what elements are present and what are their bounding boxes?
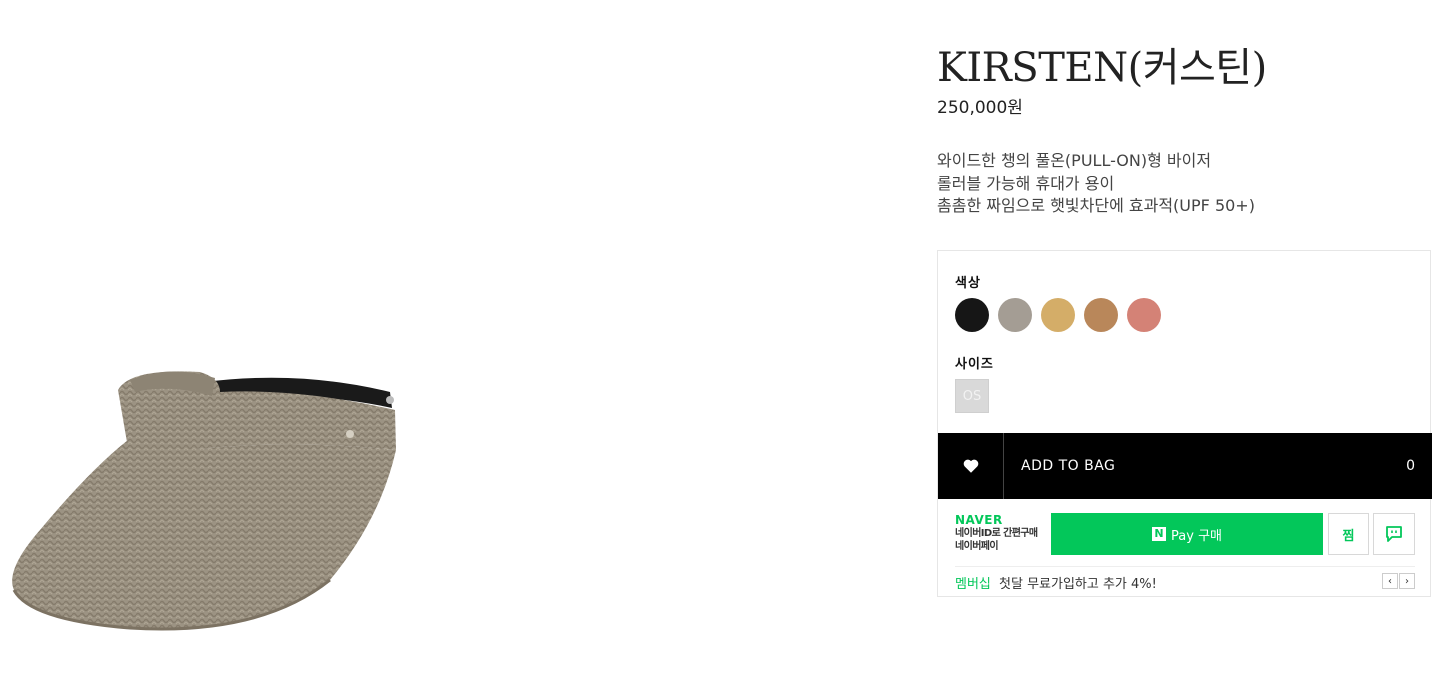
- color-swatch-black[interactable]: [955, 298, 989, 332]
- heart-icon: [963, 459, 978, 473]
- naver-n-icon: N: [1152, 527, 1167, 541]
- naver-talk-button[interactable]: [1373, 513, 1415, 555]
- color-swatch-natural[interactable]: [1041, 298, 1075, 332]
- product-title: KIRSTEN(커스틴): [937, 45, 1267, 91]
- color-swatch-rose[interactable]: [1127, 298, 1161, 332]
- product-price: 250,000원: [937, 98, 1023, 118]
- color-swatches: [955, 298, 1161, 332]
- description-line: 와이드한 챙의 풀온(PULL-ON)형 바이저: [937, 151, 1212, 170]
- naver-logo: NAVER: [955, 513, 1003, 527]
- naver-brand: NAVER 네이버ID로 간편구매 네이버페이: [955, 513, 1047, 553]
- prev-arrow-icon[interactable]: ‹: [1382, 573, 1398, 589]
- naver-jjim-button[interactable]: 찜: [1328, 513, 1369, 555]
- membership-arrows: ‹ ›: [1381, 573, 1415, 589]
- color-swatch-grey[interactable]: [998, 298, 1032, 332]
- add-to-bag-bar: ADD TO BAG 0: [938, 433, 1432, 499]
- size-label: 사이즈: [955, 357, 994, 372]
- description-line: 촘촘한 짜임으로 햇빛차단에 효과적(UPF 50+): [937, 196, 1255, 215]
- size-option-os[interactable]: OS: [955, 379, 989, 413]
- description-line: 롤러블 가능해 휴대가 용이: [937, 173, 1115, 193]
- wishlist-button[interactable]: [938, 433, 1004, 499]
- divider: [955, 566, 1415, 567]
- bag-count: 0: [1406, 458, 1415, 474]
- naver-sub-line: 네이버ID로 간편구매: [955, 528, 1038, 539]
- naver-pay-button[interactable]: N Pay 구매: [1051, 513, 1323, 555]
- add-to-bag-button[interactable]: ADD TO BAG: [1021, 458, 1406, 474]
- membership-banner: 멤버십 첫달 무료가입하고 추가 4%! ‹ ›: [955, 573, 1415, 592]
- membership-tag: 멤버십: [955, 577, 991, 592]
- naver-pay-row: NAVER 네이버ID로 간편구매 네이버페이 N Pay 구매 찜: [955, 513, 1415, 555]
- product-description: 와이드한 챙의 풀온(PULL-ON)형 바이저 롤러블 가능해 휴대가 용이 …: [937, 150, 1431, 218]
- naver-sub-line: 네이버페이: [955, 541, 999, 552]
- next-arrow-icon[interactable]: ›: [1399, 573, 1415, 589]
- purchase-panel: 색상 사이즈 OS ADD TO BAG 0 NAVER 네이버ID로 간편구매…: [937, 250, 1432, 597]
- color-label: 색상: [955, 276, 981, 291]
- product-image: [0, 330, 420, 650]
- color-swatch-camel[interactable]: [1084, 298, 1118, 332]
- product-info: KIRSTEN(커스틴) 250,000원 와이드한 챙의 풀온(PULL-ON…: [937, 40, 1431, 218]
- talk-icon: [1386, 526, 1402, 542]
- naver-pay-label: Pay 구매: [1171, 528, 1222, 544]
- membership-text: 첫달 무료가입하고 추가 4%!: [999, 577, 1157, 592]
